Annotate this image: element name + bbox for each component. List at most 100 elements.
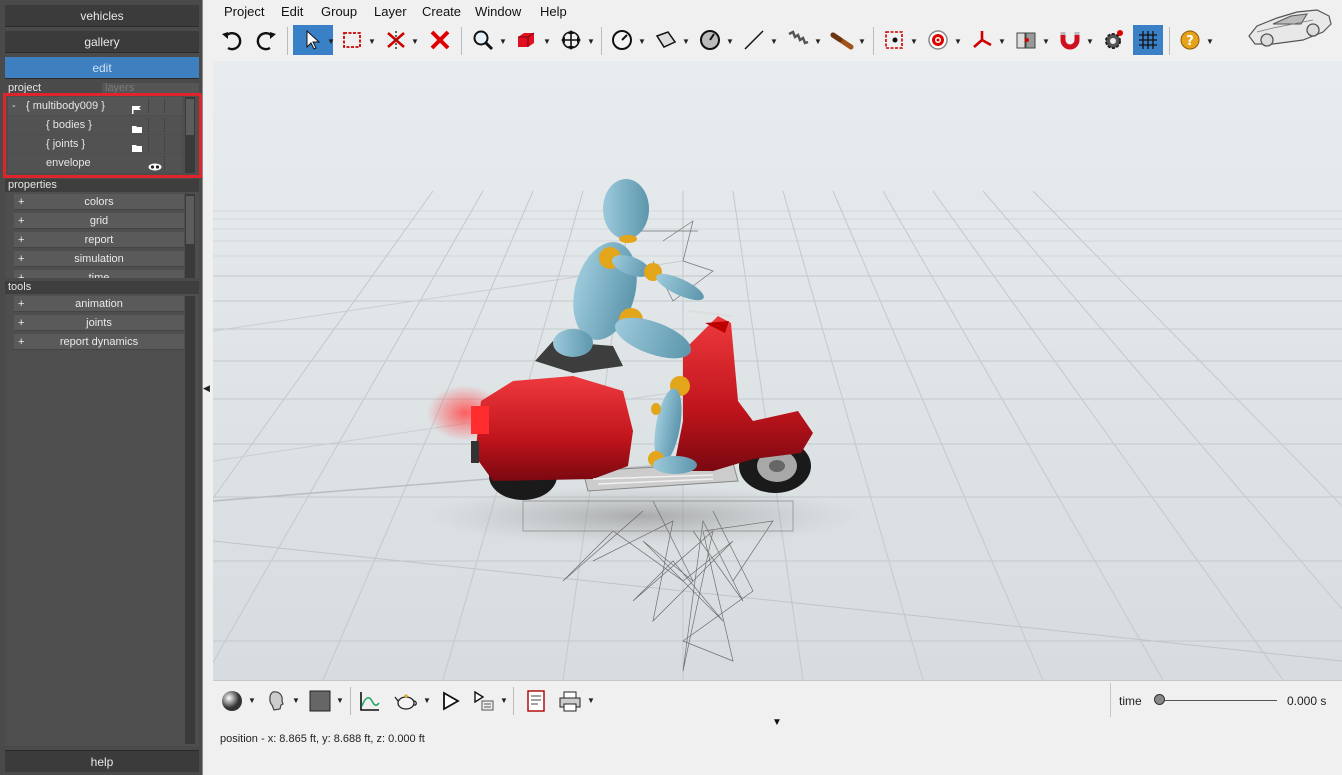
spring-icon[interactable] bbox=[783, 25, 813, 55]
dropdown-arrow-icon[interactable]: ▼ bbox=[954, 37, 962, 46]
contact-icon[interactable] bbox=[1011, 25, 1041, 55]
dropdown-arrow-icon[interactable]: ▼ bbox=[770, 37, 778, 46]
menu-layer[interactable]: Layer bbox=[374, 2, 407, 22]
3d-viewport[interactable] bbox=[213, 61, 1342, 680]
dropdown-arrow-icon[interactable]: ▼ bbox=[1206, 37, 1214, 46]
dropdown-arrow-icon[interactable]: ▼ bbox=[292, 696, 300, 705]
dropdown-arrow-icon[interactable]: ▼ bbox=[499, 37, 507, 46]
dial-icon[interactable] bbox=[695, 25, 725, 55]
grid-toggle-icon[interactable] bbox=[1133, 25, 1163, 55]
delete-icon[interactable] bbox=[425, 25, 455, 55]
collapse-panel-arrow-icon[interactable]: ◀ bbox=[203, 383, 213, 395]
menu-edit[interactable]: Edit bbox=[281, 2, 303, 22]
property-time[interactable]: + time bbox=[14, 270, 184, 278]
teapot-icon[interactable] bbox=[392, 687, 420, 715]
time-slider-track[interactable] bbox=[1159, 700, 1277, 701]
print-icon[interactable] bbox=[556, 687, 584, 715]
dropdown-arrow-icon[interactable]: ▼ bbox=[587, 696, 595, 705]
tools-scrollbar[interactable] bbox=[185, 296, 195, 744]
undo-icon[interactable] bbox=[217, 25, 247, 55]
expand-icon[interactable]: + bbox=[18, 315, 24, 331]
tool-animation[interactable]: + animation bbox=[14, 296, 184, 312]
timeline-panel: time 0.000 s bbox=[1110, 683, 1342, 717]
dropdown-arrow-icon[interactable]: ▼ bbox=[336, 696, 344, 705]
plane-icon[interactable] bbox=[651, 25, 681, 55]
expand-icon[interactable]: + bbox=[18, 194, 24, 210]
dropdown-arrow-icon[interactable]: ▼ bbox=[587, 37, 595, 46]
property-report[interactable]: + report bbox=[14, 232, 184, 248]
dropdown-arrow-icon[interactable]: ▼ bbox=[248, 696, 256, 705]
toolbar-separator bbox=[287, 27, 288, 55]
report-icon[interactable] bbox=[522, 687, 550, 715]
menu-window[interactable]: Window bbox=[475, 2, 521, 22]
target-icon[interactable] bbox=[923, 25, 953, 55]
dropdown-arrow-icon[interactable]: ▼ bbox=[910, 37, 918, 46]
damper-icon[interactable] bbox=[827, 25, 857, 55]
expand-bottom-arrow-icon[interactable]: ▼ bbox=[772, 717, 782, 728]
help-button[interactable]: help bbox=[5, 750, 199, 772]
dropdown-arrow-icon[interactable]: ▼ bbox=[726, 37, 734, 46]
gallery-button[interactable]: gallery bbox=[5, 31, 199, 53]
trim-icon[interactable] bbox=[381, 25, 411, 55]
expand-icon[interactable]: + bbox=[18, 251, 24, 267]
menu-group[interactable]: Group bbox=[321, 2, 357, 22]
line-icon[interactable] bbox=[739, 25, 769, 55]
dummy-forearm[interactable] bbox=[653, 269, 707, 305]
dropdown-arrow-icon[interactable]: ▼ bbox=[814, 37, 822, 46]
joint-axes-icon[interactable] bbox=[967, 25, 997, 55]
scene-svg[interactable] bbox=[213, 61, 1342, 680]
properties-scroll-thumb[interactable] bbox=[186, 196, 194, 244]
tool-label: animation bbox=[75, 298, 123, 310]
expand-icon[interactable]: + bbox=[18, 270, 24, 278]
shading-sphere-icon[interactable] bbox=[218, 687, 246, 715]
neck-joint bbox=[619, 235, 637, 243]
redo-icon[interactable] bbox=[251, 25, 281, 55]
play-steps-icon[interactable] bbox=[470, 687, 498, 715]
expand-icon[interactable]: + bbox=[18, 213, 24, 229]
box-icon[interactable] bbox=[511, 25, 541, 55]
move-icon[interactable] bbox=[556, 25, 586, 55]
expand-icon[interactable]: + bbox=[18, 232, 24, 248]
dropdown-arrow-icon[interactable]: ▼ bbox=[998, 37, 1006, 46]
human-head-icon[interactable] bbox=[262, 687, 290, 715]
graph-icon[interactable] bbox=[356, 687, 384, 715]
dropdown-arrow-icon[interactable]: ▼ bbox=[682, 37, 690, 46]
properties-scrollbar[interactable] bbox=[185, 194, 195, 278]
menu-create[interactable]: Create bbox=[422, 2, 461, 22]
tool-joints[interactable]: + joints bbox=[14, 315, 184, 331]
scooter-shadow bbox=[423, 486, 863, 546]
property-grid[interactable]: + grid bbox=[14, 213, 184, 229]
help-icon[interactable]: ? bbox=[1175, 25, 1205, 55]
time-slider-handle[interactable] bbox=[1154, 694, 1165, 705]
property-colors[interactable]: + colors bbox=[14, 194, 184, 210]
property-simulation[interactable]: + simulation bbox=[14, 251, 184, 267]
menu-project[interactable]: Project bbox=[224, 2, 264, 22]
dropdown-arrow-icon[interactable]: ▼ bbox=[638, 37, 646, 46]
dropdown-arrow-icon[interactable]: ▼ bbox=[500, 696, 508, 705]
point-icon[interactable] bbox=[879, 25, 909, 55]
gauge-icon[interactable] bbox=[607, 25, 637, 55]
zoom-icon[interactable] bbox=[468, 25, 498, 55]
dummy-head[interactable] bbox=[603, 179, 649, 239]
dropdown-arrow-icon[interactable]: ▼ bbox=[1086, 37, 1094, 46]
dropdown-arrow-icon[interactable]: ▼ bbox=[1042, 37, 1050, 46]
color-swatch-icon[interactable] bbox=[306, 687, 334, 715]
property-label: grid bbox=[89, 215, 109, 227]
vehicles-button[interactable]: vehicles bbox=[5, 5, 199, 27]
tool-report-dynamics[interactable]: + report dynamics bbox=[14, 334, 184, 350]
expand-icon[interactable]: + bbox=[18, 334, 24, 350]
dropdown-arrow-icon[interactable]: ▼ bbox=[368, 37, 376, 46]
dropdown-arrow-icon[interactable]: ▼ bbox=[327, 37, 335, 46]
marquee-select-icon[interactable] bbox=[337, 25, 367, 55]
edit-button[interactable]: edit bbox=[5, 57, 199, 79]
expand-icon[interactable]: + bbox=[18, 296, 24, 312]
dropdown-arrow-icon[interactable]: ▼ bbox=[411, 37, 419, 46]
menu-help[interactable]: Help bbox=[540, 2, 567, 22]
gear-settings-icon[interactable] bbox=[1098, 25, 1128, 55]
magnet-icon[interactable] bbox=[1055, 25, 1085, 55]
dropdown-arrow-icon[interactable]: ▼ bbox=[858, 37, 866, 46]
play-icon[interactable] bbox=[436, 687, 464, 715]
time-value: 0.000 s bbox=[1287, 694, 1327, 708]
dropdown-arrow-icon[interactable]: ▼ bbox=[423, 696, 431, 705]
dropdown-arrow-icon[interactable]: ▼ bbox=[543, 37, 551, 46]
